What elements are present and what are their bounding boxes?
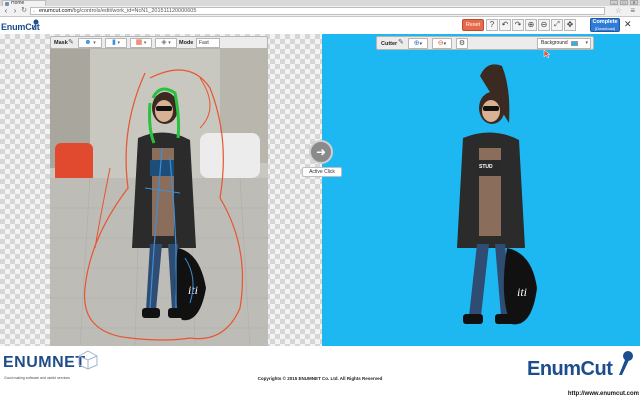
svg-text:iti: iti: [517, 285, 527, 299]
brush-size-select[interactable]: ▮ ▾: [105, 38, 127, 48]
source-photo: iti: [50, 48, 268, 346]
arrow-right-icon: ➜: [315, 145, 327, 159]
page-icon: ▫: [33, 9, 35, 15]
mask-toolbar: Mask ✎ ☻ ▾ ▮ ▾ ▦ ▾ ◈ ▾ Mode Fast: [50, 36, 268, 49]
help-icon[interactable]: ?: [486, 19, 498, 31]
mode-value: Fast: [199, 40, 209, 46]
enumnet-logo[interactable]: ENUMNET Good making software and useful …: [3, 350, 103, 384]
address-bar: ‹ › ↻ ▫ enumcut.com/bg/controls/edit/wor…: [0, 6, 640, 17]
chevron-down-icon: ▾: [419, 41, 423, 47]
brush-icon: ✎: [68, 39, 74, 46]
move-icon[interactable]: ✥: [564, 19, 576, 31]
foreground-brush-select[interactable]: ☻ ▾: [78, 38, 102, 48]
background-select[interactable]: Background ▾: [537, 38, 591, 49]
chevron-down-icon: ▾: [93, 40, 96, 46]
mode-select[interactable]: Fast: [196, 38, 220, 48]
close-icon[interactable]: ✕: [624, 20, 632, 29]
url-input[interactable]: ▫ enumcut.com/bg/controls/edit/work_id=N…: [30, 7, 605, 15]
cutter-toolbar: Cutter ✎ ⊕▾ ⊖▾ ⚙ Background ▾: [376, 36, 594, 50]
zoom-out-icon[interactable]: ⊖: [538, 19, 550, 31]
svg-text:STUD: STUD: [479, 164, 493, 170]
view-toolbar: ? ↶ ↷ ⊕ ⊖ ⤢ ✥: [486, 19, 576, 31]
cut-result-graphic: STUD iti: [457, 64, 537, 325]
active-click-label[interactable]: Active Click: [302, 167, 342, 177]
cut-result-canvas[interactable]: STUD iti: [322, 34, 640, 346]
chevron-down-icon: ▾: [168, 40, 171, 46]
fit-icon[interactable]: ⤢: [551, 19, 563, 31]
mouse-cursor-icon: [543, 49, 551, 59]
pen-icon: [619, 351, 633, 375]
mask-canvas[interactable]: iti: [0, 34, 322, 346]
enumcut-logo[interactable]: EnumCut: [1, 19, 43, 33]
company-tagline: Good making software and useful services: [4, 376, 70, 380]
background-brush-select[interactable]: ▦ ▾: [130, 38, 152, 48]
copyright-text: Copyrights © 2015 ENUMNET Co. Ltd. All R…: [257, 376, 383, 381]
company-name: ENUMNET: [3, 354, 86, 371]
maximize-button[interactable]: □: [620, 0, 628, 5]
source-photo-graphic: iti: [50, 48, 268, 346]
back-icon[interactable]: ‹: [2, 7, 10, 15]
grid-icon: ▦: [135, 39, 143, 46]
pen-icon: [33, 19, 39, 29]
complete-button[interactable]: Complete (Download): [590, 18, 620, 32]
cutter-label: Cutter: [381, 41, 398, 47]
browser-menu-icon[interactable]: ≡: [630, 7, 635, 15]
undo-icon[interactable]: ↶: [499, 19, 511, 31]
enumcut-footer-logo[interactable]: EnumCut: [527, 350, 639, 390]
url-host: enumcut.com: [39, 8, 73, 14]
background-label: Background: [541, 40, 568, 46]
bookmark-star-icon[interactable]: ☆: [615, 7, 622, 15]
apply-arrow-button[interactable]: ➜: [309, 140, 333, 164]
zoom-in-icon[interactable]: ⊕: [525, 19, 537, 31]
reset-button[interactable]: Reset: [462, 19, 484, 31]
size-icon: ▮: [111, 39, 116, 46]
chevron-down-icon: ▾: [443, 41, 447, 47]
mode-label: Mode: [179, 40, 194, 46]
chevron-down-icon: ▾: [143, 40, 147, 46]
site-url[interactable]: http://www.enumcut.com: [527, 391, 639, 397]
app-window: Home – □ ✕ ‹ › ↻ ▫ enumcut.com/bg/contro…: [0, 0, 640, 400]
mask-label: Mask: [54, 40, 68, 46]
eraser-icon: ◈: [161, 39, 167, 46]
complete-label: Complete: [592, 19, 618, 25]
reload-icon[interactable]: ↻: [20, 7, 28, 15]
add-area-select[interactable]: ⊕▾: [408, 38, 428, 49]
eraser-select[interactable]: ◈ ▾: [155, 38, 177, 48]
remove-area-select[interactable]: ⊖▾: [432, 38, 452, 49]
forward-icon[interactable]: ›: [11, 7, 19, 15]
person-icon: ☻: [84, 39, 92, 46]
minimize-button[interactable]: –: [610, 0, 618, 5]
complete-sublabel: (Download): [594, 26, 616, 31]
brand-name: EnumCut: [527, 358, 613, 380]
chevron-down-icon: ▾: [585, 40, 588, 46]
settings-button[interactable]: ⚙: [456, 38, 468, 49]
background-swatch: [571, 41, 578, 46]
brush-icon: ✎: [398, 39, 404, 46]
url-path: /bg/controls/edit/work_id=NcN1_201511120…: [72, 8, 197, 14]
close-window-button[interactable]: ✕: [630, 0, 638, 5]
cube-icon: [78, 350, 98, 370]
gear-icon: ⚙: [458, 40, 466, 47]
chevron-down-icon: ▾: [117, 40, 121, 46]
redo-icon[interactable]: ↷: [512, 19, 524, 31]
